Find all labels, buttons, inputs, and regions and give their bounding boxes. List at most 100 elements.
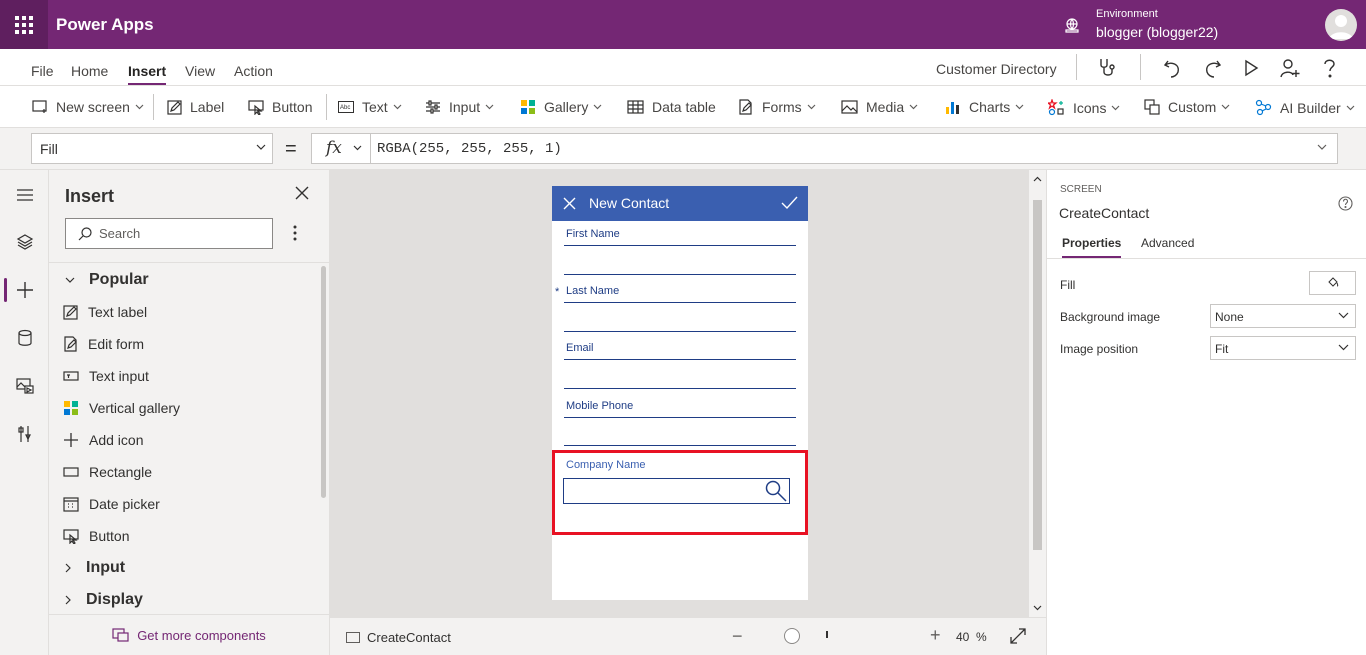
chevron-down-icon (1346, 105, 1355, 110)
undo-icon[interactable] (1162, 57, 1184, 79)
formula-input[interactable]: RGBA(255, 255, 255, 1) (370, 133, 1338, 164)
advanced-tools-button[interactable] (0, 414, 49, 454)
background-image-dropdown[interactable]: None (1210, 304, 1356, 328)
tree-view-button[interactable] (0, 222, 49, 262)
insert-item-rectangle[interactable]: Rectangle (63, 464, 152, 480)
ai-builder-menu-label: AI Builder (1280, 99, 1341, 116)
ai-builder-menu-button[interactable]: AI Builder (1255, 99, 1355, 116)
last-name-input[interactable] (564, 331, 796, 332)
charts-menu-button[interactable]: Charts (945, 99, 1024, 115)
chevron-down-icon (1112, 105, 1120, 110)
zoom-slider-handle[interactable] (784, 628, 800, 644)
tab-advanced[interactable]: Advanced (1141, 236, 1194, 250)
zoom-out-button[interactable]: − (732, 626, 743, 647)
category-input[interactable]: Input (65, 559, 125, 577)
app-checker-stethoscope-icon[interactable] (1097, 57, 1119, 79)
plus-icon (16, 282, 33, 298)
fx-function-button[interactable]: fx (311, 133, 371, 164)
insert-panel-title: Insert (65, 186, 115, 206)
insert-panel: Insert Search Popular Text label Edit fo… (49, 170, 330, 655)
share-user-icon[interactable] (1279, 57, 1301, 79)
text-input-icon (63, 371, 79, 381)
help-circle-icon[interactable] (1338, 196, 1353, 211)
label-button[interactable]: Label (167, 99, 224, 115)
first-name-input[interactable] (564, 274, 796, 275)
selected-control-name[interactable]: CreateContact (1059, 205, 1149, 221)
media-icon (15, 378, 34, 394)
property-dropdown[interactable]: Fill (31, 133, 273, 164)
data-pane-button[interactable] (0, 318, 49, 358)
menu-view[interactable]: View (185, 63, 215, 79)
environment-label[interactable]: Environment (1096, 8, 1158, 20)
zoom-in-button[interactable]: + (930, 625, 941, 646)
email-input[interactable] (564, 388, 796, 389)
checkmark-icon[interactable] (781, 196, 798, 210)
button-button[interactable]: Button (248, 99, 312, 115)
scroll-up-icon[interactable] (1033, 176, 1042, 182)
menu-action[interactable]: Action (234, 63, 273, 79)
fill-color-picker[interactable] (1309, 271, 1356, 295)
fit-to-window-icon[interactable] (1010, 628, 1026, 644)
divider (49, 262, 329, 263)
insert-item-add-icon[interactable]: Add icon (63, 432, 143, 448)
media-pane-button[interactable] (0, 366, 49, 406)
insert-item-edit-form[interactable]: Edit form (63, 336, 144, 352)
menu-insert[interactable]: Insert (128, 63, 167, 85)
screen-icon (32, 100, 47, 113)
current-screen-selector[interactable]: CreateContact (346, 630, 451, 645)
more-options-icon[interactable] (293, 225, 297, 241)
custom-menu-button[interactable]: Custom (1144, 99, 1230, 115)
help-icon[interactable] (1318, 57, 1340, 79)
equals-sign: = (285, 138, 297, 160)
menu-file[interactable]: File (31, 63, 54, 79)
selected-control-type: SCREEN (1060, 184, 1102, 195)
forms-menu-button[interactable]: Forms (738, 99, 816, 115)
zoom-slider-tick (826, 631, 828, 638)
data-table-button[interactable]: Data table (627, 99, 716, 115)
insert-item-date-picker[interactable]: Date picker (63, 496, 160, 512)
redo-icon[interactable] (1201, 57, 1223, 79)
insert-item-text-label[interactable]: Text label (63, 304, 147, 320)
media-menu-button[interactable]: Media (841, 99, 918, 115)
expand-chevron-icon[interactable] (1317, 144, 1327, 151)
property-dropdown-value: Fill (40, 141, 58, 157)
app-title[interactable]: Customer Directory (936, 61, 1057, 77)
media-menu-label: Media (866, 99, 905, 115)
app-screen-preview[interactable]: New Contact First Name * Last Name Email… (552, 186, 808, 600)
insert-item-button[interactable]: Button (63, 528, 129, 544)
menu-home[interactable]: Home (71, 63, 108, 79)
close-icon[interactable] (295, 186, 309, 200)
field-label-first-name: First Name (566, 228, 620, 240)
environment-value[interactable]: blogger (blogger22) (1096, 24, 1218, 40)
text-menu-button[interactable]: Abc Text (338, 99, 402, 115)
insert-item-text-input[interactable]: Text input (63, 368, 149, 384)
scrollbar-thumb[interactable] (1033, 200, 1042, 550)
insert-pane-button[interactable] (0, 270, 49, 310)
insert-item-label: Text label (88, 304, 148, 320)
form-edit-icon (64, 336, 77, 352)
app-name[interactable]: Power Apps (56, 15, 154, 35)
gallery-menu-button[interactable]: Gallery (520, 99, 602, 115)
components-icon (112, 628, 129, 642)
category-display[interactable]: Display (65, 591, 143, 609)
mobile-phone-input[interactable] (564, 445, 796, 446)
get-more-components-link[interactable]: Get more components (49, 614, 329, 655)
insert-search-input[interactable]: Search (65, 218, 273, 249)
input-menu-button[interactable]: Input (425, 99, 494, 115)
scroll-down-icon[interactable] (1033, 605, 1042, 611)
insert-item-label: Text input (89, 368, 149, 384)
icons-menu-button[interactable]: Icons (1048, 99, 1120, 116)
tab-properties[interactable]: Properties (1062, 236, 1122, 258)
app-launcher-button[interactable] (0, 0, 48, 49)
category-popular[interactable]: Popular (65, 271, 149, 289)
new-screen-button[interactable]: New screen (32, 99, 144, 115)
panel-scrollbar[interactable] (321, 266, 326, 498)
canvas-vertical-scrollbar[interactable] (1029, 170, 1046, 617)
insert-item-vertical-gallery[interactable]: Vertical gallery (63, 400, 180, 416)
play-preview-icon[interactable] (1240, 57, 1262, 79)
forms-menu-label: Forms (762, 99, 802, 115)
user-avatar[interactable] (1325, 9, 1357, 41)
close-icon[interactable] (563, 197, 576, 210)
hamburger-menu-button[interactable] (0, 175, 49, 215)
image-position-dropdown[interactable]: Fit (1210, 336, 1356, 360)
